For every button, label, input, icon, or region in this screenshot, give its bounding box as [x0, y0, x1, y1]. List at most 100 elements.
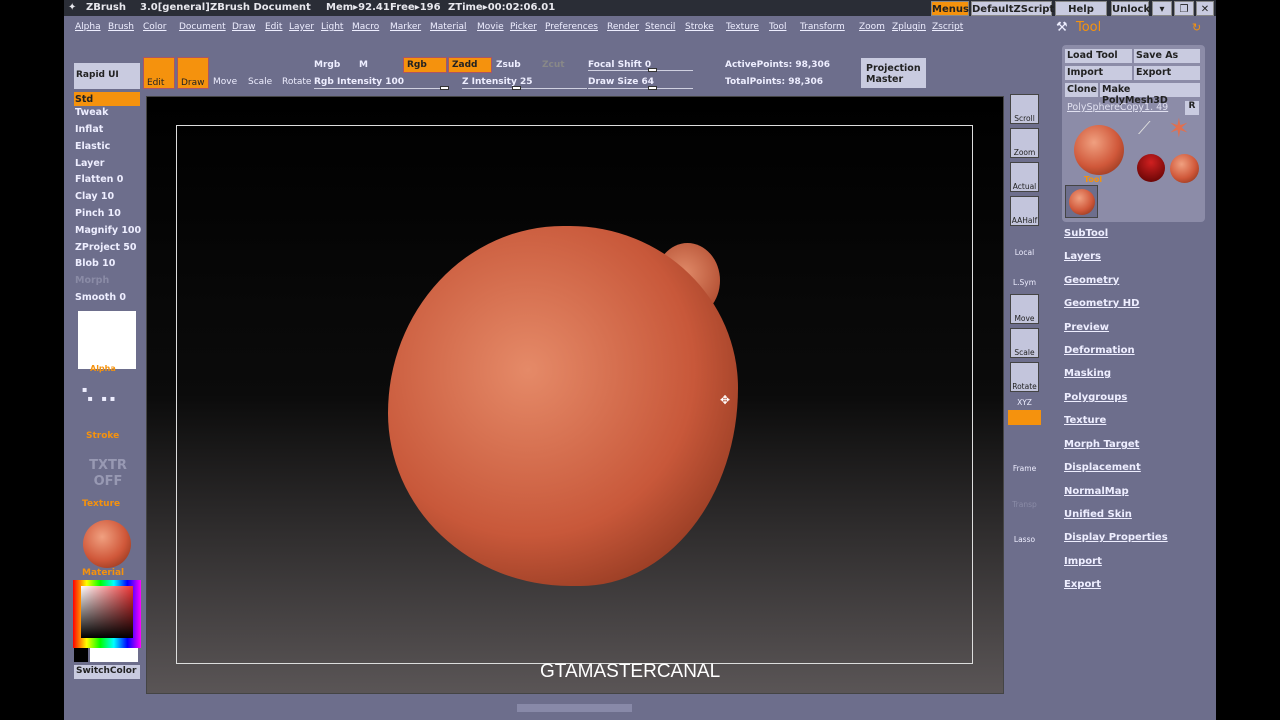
menus-button[interactable]: Menus	[931, 1, 969, 16]
menu-render[interactable]: Render	[607, 22, 639, 32]
zsub-button[interactable]: Zsub	[496, 60, 521, 70]
transp-button[interactable]: Transp	[1008, 500, 1041, 509]
actual-button[interactable]: Actual	[1010, 162, 1039, 192]
menu-zoom[interactable]: Zoom	[859, 22, 885, 32]
export-button[interactable]: Export	[1134, 66, 1200, 80]
section-import[interactable]: Import	[1064, 556, 1102, 567]
menu-alpha[interactable]: Alpha	[75, 22, 101, 32]
section-subtool[interactable]: SubTool	[1064, 228, 1108, 239]
import-button[interactable]: Import	[1065, 66, 1132, 80]
section-export[interactable]: Export	[1064, 579, 1101, 590]
menu-tool[interactable]: Tool	[769, 22, 786, 32]
section-unified-skin[interactable]: Unified Skin	[1064, 509, 1132, 520]
menu-texture[interactable]: Texture	[726, 22, 759, 32]
zadd-button[interactable]: Zadd	[448, 57, 492, 73]
menu-color[interactable]: Color	[143, 22, 167, 32]
brush-smooth[interactable]: Smooth 0	[75, 292, 126, 303]
menu-material[interactable]: Material	[430, 22, 467, 32]
brush-zproject[interactable]: ZProject 50	[75, 242, 136, 253]
brush-std[interactable]: Std	[75, 94, 93, 105]
scale-button[interactable]: Scale	[248, 77, 272, 87]
subtool-thumbnail[interactable]	[1065, 185, 1098, 218]
rotate-y-button[interactable]	[1008, 410, 1041, 425]
brush-tweak[interactable]: Tweak	[75, 107, 108, 118]
section-texture[interactable]: Texture	[1064, 415, 1106, 426]
menu-marker[interactable]: Marker	[390, 22, 421, 32]
alpha-label[interactable]: Alpha	[90, 364, 116, 373]
rgb-intensity-slider[interactable]: Rgb Intensity 100	[314, 77, 404, 87]
brush-magnify[interactable]: Magnify 100	[75, 225, 141, 236]
primary-color-swatch[interactable]	[74, 648, 88, 662]
menu-zplugin[interactable]: Zplugin	[892, 22, 926, 32]
scale-view-button[interactable]: Scale	[1010, 328, 1039, 358]
r-button[interactable]: R	[1185, 101, 1199, 115]
stroke-label[interactable]: Stroke	[86, 431, 119, 441]
menu-picker[interactable]: Picker	[510, 22, 537, 32]
switch-color-button[interactable]: SwitchColor	[74, 665, 140, 679]
scroll-button[interactable]: Scroll	[1010, 94, 1039, 124]
brush-morph[interactable]: Morph	[75, 275, 109, 286]
projection-master-button[interactable]: Projection Master	[861, 58, 926, 88]
make-polymesh3d-button[interactable]: Make PolyMesh3D	[1100, 83, 1200, 106]
edit-button[interactable]: Edit	[143, 57, 175, 89]
bottom-tray-handle[interactable]	[517, 704, 632, 712]
menu-light[interactable]: Light	[321, 22, 343, 32]
stroke-dots-icon[interactable]: ▪ ▪ ▪▪	[82, 385, 132, 420]
menu-draw[interactable]: Draw	[232, 22, 256, 32]
mrgb-button[interactable]: Mrgb	[314, 60, 340, 70]
rotate-view-button[interactable]: Rotate	[1010, 362, 1039, 392]
texture-off-icon[interactable]: TXTR OFF	[82, 458, 134, 490]
lsym-button[interactable]: L.Sym	[1008, 278, 1041, 287]
move-button[interactable]: Move	[213, 77, 237, 87]
draw-size-knob[interactable]	[648, 86, 657, 90]
section-geometry[interactable]: Geometry	[1064, 275, 1119, 286]
brush-inflat[interactable]: Inflat	[75, 124, 103, 135]
menu-movie[interactable]: Movie	[477, 22, 504, 32]
move-view-button[interactable]: Move	[1010, 294, 1039, 324]
close-icon[interactable]: ✕	[1196, 1, 1214, 16]
section-displacement[interactable]: Displacement	[1064, 462, 1141, 473]
focal-shift-knob[interactable]	[648, 68, 657, 72]
xyz-button[interactable]: XYZ	[1008, 398, 1041, 407]
brush-flatten[interactable]: Flatten 0	[75, 174, 123, 185]
section-morph-target[interactable]: Morph Target	[1064, 439, 1139, 450]
clone-button[interactable]: Clone	[1065, 83, 1098, 97]
menu-stencil[interactable]: Stencil	[645, 22, 675, 32]
section-display-properties[interactable]: Display Properties	[1064, 532, 1168, 543]
section-layers[interactable]: Layers	[1064, 251, 1101, 262]
zoom-button[interactable]: Zoom	[1010, 128, 1039, 158]
save-as-button[interactable]: Save As	[1134, 49, 1200, 63]
unlock-button[interactable]: Unlock	[1111, 1, 1150, 16]
section-deformation[interactable]: Deformation	[1064, 345, 1135, 356]
zcut-button[interactable]: Zcut	[542, 60, 565, 70]
brush-clay[interactable]: Clay 10	[75, 191, 114, 202]
restore-icon[interactable]: ❐	[1174, 1, 1194, 16]
frame-button[interactable]: Frame	[1008, 464, 1041, 473]
menu-brush[interactable]: Brush	[108, 22, 134, 32]
brush-pinch[interactable]: Pinch 10	[75, 208, 121, 219]
section-preview[interactable]: Preview	[1064, 322, 1109, 333]
menu-zscript[interactable]: Zscript	[932, 22, 963, 32]
aahalf-button[interactable]: AAHalf	[1010, 196, 1039, 226]
star-tool-icon[interactable]: ✶	[1168, 114, 1190, 144]
menu-macro[interactable]: Macro	[352, 22, 379, 32]
z-intensity-slider[interactable]: Z Intensity 25	[462, 77, 533, 87]
section-normalmap[interactable]: NormalMap	[1064, 486, 1129, 497]
simplebrush-icon[interactable]: ⟋	[1138, 118, 1151, 139]
brush-layer[interactable]: Layer	[75, 158, 105, 169]
z-intensity-knob[interactable]	[512, 86, 521, 90]
menu-edit[interactable]: Edit	[265, 22, 282, 32]
menu-stroke[interactable]: Stroke	[685, 22, 714, 32]
current-tool-slider[interactable]: PolySphereCopy1. 49	[1067, 102, 1168, 113]
sphere3d-tool-icon[interactable]	[1137, 154, 1165, 182]
tool-label[interactable]: Tool	[1084, 175, 1102, 184]
draw-button[interactable]: Draw	[177, 57, 209, 89]
menu-document[interactable]: Document	[179, 22, 226, 32]
draw-size-slider[interactable]: Draw Size 64	[588, 77, 654, 87]
current-tool-sphere-icon[interactable]	[1074, 125, 1124, 175]
rapid-ui-button[interactable]: Rapid UI	[74, 63, 140, 89]
texture-label[interactable]: Texture	[82, 499, 120, 509]
material-sphere-icon[interactable]	[83, 520, 131, 568]
refresh-icon[interactable]: ↻	[1192, 21, 1201, 34]
minimize-icon[interactable]: ▾	[1152, 1, 1172, 16]
